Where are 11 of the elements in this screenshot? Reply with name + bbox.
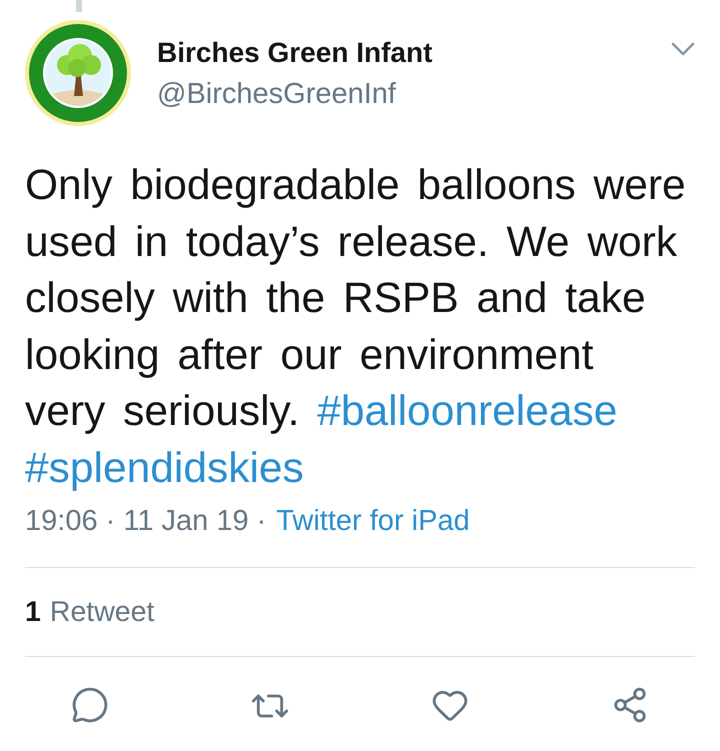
retweet-count: 1 (25, 595, 41, 630)
reply-icon[interactable] (71, 686, 109, 724)
source-link[interactable]: Twitter for iPad (276, 504, 470, 538)
tweet-timestamp: 19:06 · 11 Jan 19 · (25, 504, 266, 538)
tweet-text: Only biodegradable balloons were used in today’s release. We work closely with the RSPB and take looking after our environment very seriously. #balloonrelease #splendidskies (25, 161, 687, 494)
hashtag-link[interactable]: #balloonrelease (317, 388, 618, 435)
hashtag-link[interactable]: #splendidskies (25, 444, 304, 492)
author-handle: @BirchesGreenInf (157, 77, 397, 112)
retweet-label: Retweet (50, 595, 154, 630)
author-name: Birches Green Infant (157, 36, 434, 70)
chevron-down-icon[interactable] (671, 42, 695, 56)
